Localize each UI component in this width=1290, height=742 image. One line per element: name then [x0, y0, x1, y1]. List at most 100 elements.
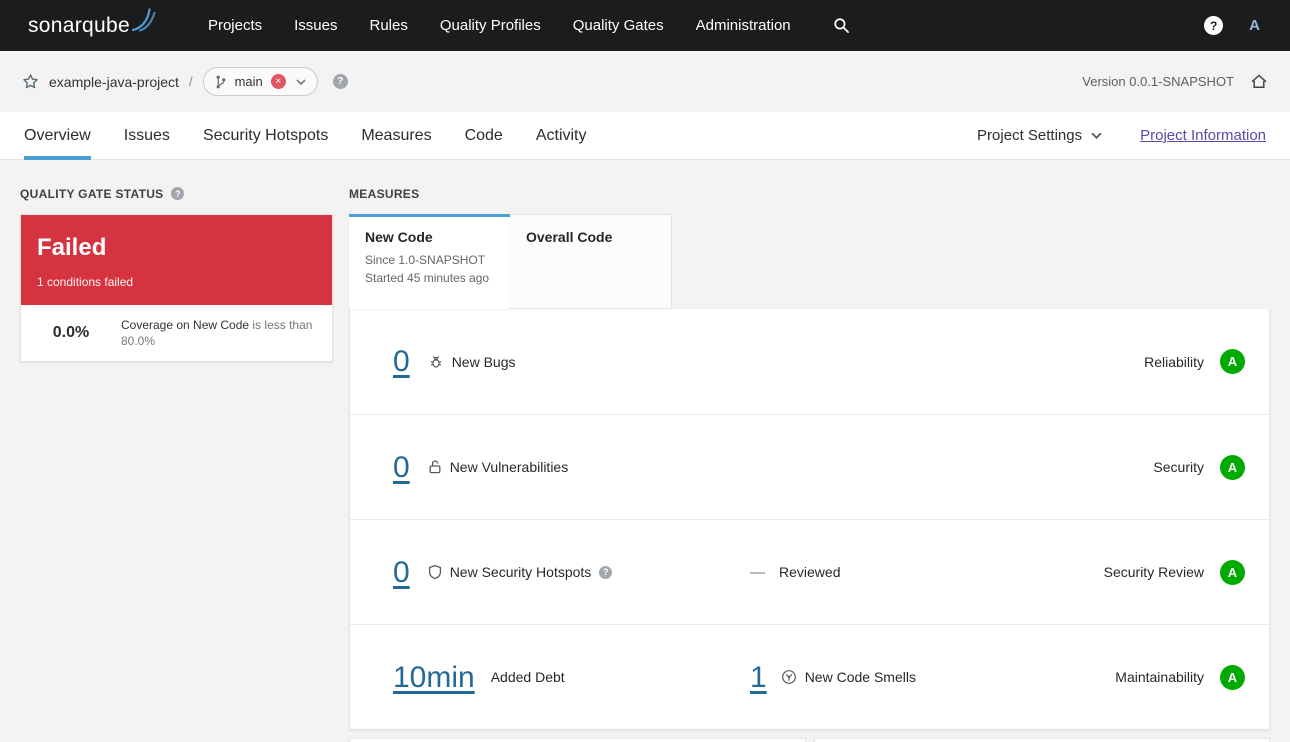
overall-code-tab-label: Overall Code [526, 229, 613, 245]
measure-row-maintainability: 10min Added Debt 1 New Code Smells Maint… [350, 624, 1269, 729]
tab-overall-code[interactable]: Overall Code [510, 214, 672, 309]
reliability-domain-label: Reliability [1144, 353, 1204, 370]
measures-section-title: MEASURES [349, 186, 1270, 201]
quality-gate-status-header: Failed 1 conditions failed [21, 215, 332, 305]
quality-gate-section-title: QUALITY GATE STATUS ? [20, 186, 333, 201]
measure-row-new-bugs: 0 New Bugs Reliability A [350, 309, 1269, 414]
maintainability-rating-badge[interactable]: A [1220, 664, 1245, 690]
new-code-smells-label[interactable]: New Code Smells [805, 669, 916, 685]
new-code-since: Since 1.0-SNAPSHOT [365, 253, 486, 267]
tab-code-label: Code [464, 126, 503, 144]
new-security-hotspots-label[interactable]: New Security Hotspots [450, 564, 592, 580]
global-nav: Projects Issues Rules Quality Profiles Q… [208, 17, 791, 34]
added-debt-label: Added Debt [490, 669, 565, 685]
shield-icon [428, 564, 442, 580]
code-smell-icon [781, 669, 797, 685]
maintainability-rating-group: Maintainability A [1115, 664, 1269, 690]
nav-item-issues[interactable]: Issues [294, 17, 337, 34]
tab-security-hotspots-label: Security Hotspots [202, 126, 329, 144]
top-navbar: sonarqube Projects Issues Rules Quality … [0, 0, 1290, 51]
search-icon [834, 18, 849, 33]
measures-scope-tabs: New Code Since 1.0-SNAPSHOT Started 45 m… [349, 214, 1270, 309]
chevron-down-icon [296, 78, 306, 85]
new-code-smells-count-link[interactable]: 1 [750, 661, 767, 694]
home-icon [1251, 74, 1267, 89]
condition-description: Coverage on New Code is less than 80.0% [121, 317, 316, 349]
tab-activity[interactable]: Activity [536, 112, 587, 159]
nav-item-projects[interactable]: Projects [208, 17, 262, 34]
measure-row-new-vulnerabilities: 0 New Vulnerabilities Security A [350, 414, 1269, 519]
breadcrumb-project-link[interactable]: example-java-project [49, 74, 179, 90]
condition-metric: Coverage on New Code [121, 318, 250, 332]
topbar-right: ? A [1204, 16, 1268, 35]
tab-bar-right: Project Settings Project Information [977, 112, 1266, 159]
added-debt-link[interactable]: 10min [393, 661, 475, 694]
next-sections-preview [349, 738, 1270, 742]
security-review-rating-group: Security Review A [1103, 559, 1269, 585]
project-settings-menu[interactable]: Project Settings [977, 127, 1102, 144]
new-vulnerabilities-label[interactable]: New Vulnerabilities [450, 459, 569, 475]
branch-icon [216, 75, 225, 88]
nav-item-quality-profiles[interactable]: Quality Profiles [440, 17, 541, 34]
hotspots-help-icon[interactable]: ? [599, 565, 613, 579]
project-version-label: Version 0.0.1-SNAPSHOT [1082, 74, 1234, 89]
new-bugs-cell: 0 New Bugs [350, 345, 750, 378]
security-rating-badge[interactable]: A [1220, 454, 1245, 480]
hotspots-reviewed-cell: — Reviewed [750, 564, 840, 581]
breadcrumb-separator: / [188, 74, 193, 89]
new-bugs-count-link[interactable]: 0 [393, 345, 410, 378]
tab-new-code[interactable]: New Code Since 1.0-SNAPSHOT Started 45 m… [349, 214, 510, 309]
nav-item-rules[interactable]: Rules [370, 17, 408, 34]
user-avatar[interactable]: A [1249, 17, 1268, 34]
project-homepage-button[interactable] [1250, 73, 1268, 90]
nav-item-quality-gates[interactable]: Quality Gates [573, 17, 664, 34]
maintainability-domain-label: Maintainability [1115, 669, 1204, 685]
measures-section: MEASURES New Code Since 1.0-SNAPSHOT Sta… [349, 186, 1270, 742]
tab-overview[interactable]: Overview [24, 112, 91, 160]
new-vulnerabilities-cell: 0 New Vulnerabilities [350, 451, 750, 484]
measures-list: 0 New Bugs Reliability A 0 New Vulnerabi… [349, 309, 1270, 730]
quality-gate-condition-row[interactable]: 0.0% Coverage on New Code is less than 8… [21, 305, 332, 361]
sonarqube-logo-text: sonarqube [28, 13, 130, 37]
quality-gate-title-text: QUALITY GATE STATUS [20, 186, 164, 201]
new-security-hotspots-count-link[interactable]: 0 [393, 556, 410, 589]
security-review-domain-label: Security Review [1103, 564, 1204, 580]
branch-help-icon[interactable]: ? [332, 74, 348, 89]
reliability-rating-badge[interactable]: A [1220, 349, 1245, 374]
help-icon[interactable]: ? [1204, 16, 1224, 35]
new-vulnerabilities-count-link[interactable]: 0 [393, 451, 410, 484]
project-information-link[interactable]: Project Information [1140, 127, 1266, 144]
partial-card-left [349, 738, 806, 742]
tab-issues[interactable]: Issues [124, 112, 170, 159]
sonar-swoosh-icon [131, 7, 156, 32]
quality-gate-help-icon[interactable]: ? [171, 187, 185, 200]
project-settings-label: Project Settings [977, 127, 1083, 144]
quality-gate-conditions-summary: 1 conditions failed [37, 275, 134, 289]
branch-selector[interactable]: main × [202, 67, 318, 96]
project-context-bar: example-java-project / main × ? Version … [0, 51, 1290, 112]
branch-dropdown-chevron[interactable] [296, 78, 306, 85]
favorite-toggle[interactable] [22, 73, 39, 90]
quality-gate-status: Failed [37, 234, 107, 261]
clear-branch-icon[interactable]: × [270, 74, 286, 89]
security-review-rating-badge[interactable]: A [1220, 559, 1245, 585]
quality-gate-section: QUALITY GATE STATUS ? Failed 1 condition… [20, 186, 333, 362]
tab-activity-label: Activity [535, 126, 587, 144]
search-button[interactable] [833, 17, 850, 34]
new-code-smells-cell: 1 New Code Smells [750, 661, 916, 694]
project-tab-bar: Overview Issues Security Hotspots Measur… [0, 112, 1290, 160]
new-bugs-label[interactable]: New Bugs [452, 354, 516, 370]
tab-security-hotspots[interactable]: Security Hotspots [203, 112, 328, 159]
overview-content: QUALITY GATE STATUS ? Failed 1 condition… [0, 160, 1290, 742]
reviewed-label: Reviewed [779, 564, 841, 580]
sonarqube-logo[interactable]: sonarqube [28, 7, 158, 41]
partial-card-right [814, 738, 1270, 742]
tab-measures[interactable]: Measures [361, 112, 431, 159]
nav-item-administration[interactable]: Administration [696, 17, 791, 34]
new-code-tab-label: New Code [365, 229, 433, 245]
project-tabs: Overview Issues Security Hotspots Measur… [24, 112, 587, 160]
bug-icon [428, 354, 444, 370]
security-domain-label: Security [1153, 459, 1204, 475]
tab-code[interactable]: Code [465, 112, 503, 159]
quality-gate-card: Failed 1 conditions failed 0.0% Coverage… [20, 214, 333, 362]
